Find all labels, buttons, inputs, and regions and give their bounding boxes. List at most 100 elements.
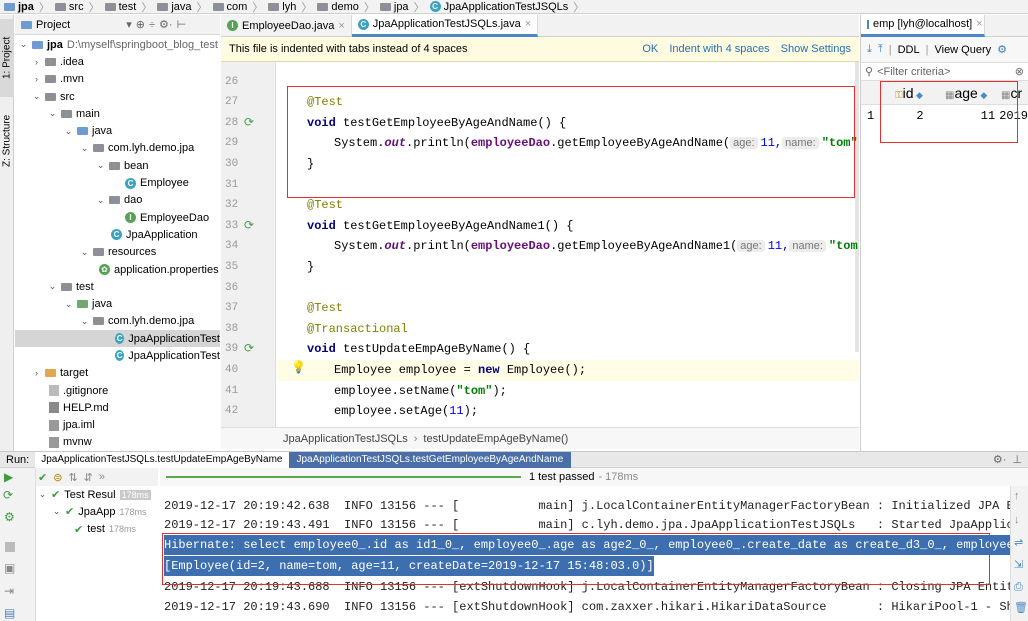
close-icon[interactable]: × xyxy=(525,18,531,30)
view-query-button[interactable]: View Query xyxy=(934,44,991,56)
breadcrumb-item[interactable]: demo xyxy=(317,1,359,13)
cell-create-date[interactable]: 2019 xyxy=(995,109,1028,123)
locate-icon[interactable]: ⊕ xyxy=(136,18,145,31)
crumb-class[interactable]: JpaApplicationTestJSQLs xyxy=(283,433,408,445)
tree-node[interactable]: ✿ application.properties xyxy=(15,261,220,278)
tree-node[interactable]: jpa.iml xyxy=(15,417,220,434)
cell-age[interactable]: 11 xyxy=(924,109,995,123)
dropdown-arrow-icon[interactable]: ▾ xyxy=(126,18,132,31)
console-output[interactable]: 2019-12-17 20:19:42.638 INFO 13156 --- [… xyxy=(160,486,1010,621)
stop-icon[interactable] xyxy=(5,542,15,552)
breadcrumb-item[interactable]: src xyxy=(54,1,84,13)
tree-node[interactable]: ⌄ java xyxy=(15,122,220,139)
tree-node[interactable]: I EmployeeDao xyxy=(15,209,220,226)
soft-wrap-icon[interactable]: ⇌ xyxy=(1014,536,1023,549)
tab-emp-table[interactable]: emp [lyh@localhost] × xyxy=(861,14,985,37)
breadcrumb-item[interactable]: com xyxy=(212,1,247,13)
tree-node[interactable]: › .idea xyxy=(15,53,220,70)
tree-node[interactable]: C JpaApplication xyxy=(15,226,220,243)
tree-node[interactable]: ⌄ test xyxy=(15,278,220,295)
upload-icon[interactable]: ⤒ xyxy=(878,43,883,56)
download-icon[interactable]: ⤓ xyxy=(867,43,872,56)
tree-node[interactable]: › target xyxy=(15,365,220,382)
tree-node[interactable]: ⌄ jpa D:\myself\springboot_blog_test xyxy=(15,36,220,53)
tree-node[interactable]: C JpaApplicationTest xyxy=(15,347,220,364)
lightbulb-icon[interactable]: 💡 xyxy=(291,360,306,374)
breadcrumb-item[interactable]: C JpaApplicationTestJSQLs xyxy=(429,1,568,13)
column-header-create-date[interactable]: ▦cr xyxy=(1001,85,1022,101)
code-editor[interactable]: 💡 @Test void testGetEmployeeByAgeAndName… xyxy=(277,62,859,427)
indent-with-spaces-link[interactable]: Indent with 4 spaces xyxy=(669,43,769,55)
table-row[interactable]: 1 2 11 2019 xyxy=(861,105,1028,127)
tree-node[interactable]: ⌄ com.lyh.demo.jpa xyxy=(15,140,220,157)
layout-icon[interactable]: ▤ xyxy=(4,606,15,620)
column-header-age[interactable]: ▦age ◆ xyxy=(931,85,1001,101)
tree-node[interactable]: ⌄ java xyxy=(15,295,220,312)
tree-node[interactable]: mvnw xyxy=(15,434,220,451)
tree-node[interactable]: ⌄ dao xyxy=(15,192,220,209)
print-icon[interactable]: ⎙ xyxy=(1014,581,1023,594)
run-test-gutter-icon[interactable]: ⟳ xyxy=(244,218,258,232)
cell-id[interactable]: 2 xyxy=(879,109,923,123)
rerun-failed-icon[interactable]: ⟳ xyxy=(3,488,13,502)
clear-filter-icon[interactable]: ⊗ xyxy=(1015,65,1024,78)
breadcrumb-item[interactable]: jpa xyxy=(4,1,34,13)
tree-node[interactable]: C Employee xyxy=(15,174,220,191)
run-tab-update[interactable]: JpaApplicationTestJSQLs.testUpdateEmpAge… xyxy=(35,451,289,468)
tab-employee-dao[interactable]: I EmployeeDao.java × xyxy=(221,14,352,37)
tree-node[interactable]: HELP.md xyxy=(15,399,220,416)
settings-gear-icon[interactable]: ⚙· xyxy=(993,453,1013,466)
tree-node[interactable]: › .mvn xyxy=(15,71,220,88)
breadcrumb-item[interactable]: test xyxy=(104,1,136,13)
rerun-icon[interactable]: ▶ xyxy=(4,470,13,484)
breadcrumb-item[interactable]: jpa xyxy=(379,1,409,13)
tree-node[interactable]: ⌄ com.lyh.demo.jpa xyxy=(15,313,220,330)
crumb-method[interactable]: testUpdateEmpAgeByName() xyxy=(423,433,568,445)
notice-ok-link[interactable]: OK xyxy=(642,43,658,55)
code-line: @Test xyxy=(307,95,344,110)
ddl-button[interactable]: DDL xyxy=(898,44,920,56)
more-icon[interactable]: » xyxy=(99,471,105,483)
hide-panel-icon[interactable]: ⊥ xyxy=(1012,453,1028,466)
settings-gear-icon[interactable]: ⚙· xyxy=(159,18,173,31)
test-tree-node[interactable]: ✔ test 178ms xyxy=(36,521,158,538)
export-icon[interactable]: ⇥ xyxy=(4,584,14,598)
sort-alpha-icon[interactable]: ⇅ xyxy=(68,471,77,484)
breadcrumb-item[interactable]: lyh xyxy=(268,1,296,13)
breadcrumb-item[interactable]: java xyxy=(157,1,192,13)
column-header-id[interactable]: ⚿id ◆ xyxy=(881,85,931,101)
clear-all-icon[interactable]: 🗑 xyxy=(1014,601,1028,614)
show-ignored-icon[interactable]: ⊜ xyxy=(53,471,62,484)
hide-panel-icon[interactable]: ⊢ xyxy=(177,18,187,31)
scroll-down-icon[interactable]: ↓ xyxy=(1014,514,1020,526)
filter-criteria-input[interactable]: <Filter criteria> xyxy=(877,66,950,78)
tree-node[interactable]: ⌄ src xyxy=(15,88,220,105)
close-icon[interactable]: × xyxy=(338,20,344,32)
tree-node[interactable]: ⌄ resources xyxy=(15,244,220,261)
test-tree-node[interactable]: ⌄ ✔ JpaApp 178ms xyxy=(36,503,158,520)
tree-node[interactable]: ⌄ main xyxy=(15,105,220,122)
test-tree-node[interactable]: ⌄ ✔ Test Resul 178ms xyxy=(36,486,158,503)
sort-duration-icon[interactable]: ⇵ xyxy=(84,471,93,484)
tree-node[interactable]: .gitignore xyxy=(15,382,220,399)
scroll-to-end-icon[interactable]: ⇲ xyxy=(1014,558,1023,571)
tab-jpa-application-test-jsqls[interactable]: C JpaApplicationTestJSQLs.java × xyxy=(351,14,539,37)
show-passed-icon[interactable]: ✔ xyxy=(38,471,47,484)
show-settings-link[interactable]: Show Settings xyxy=(781,43,851,55)
tree-node[interactable]: ⌄ bean xyxy=(15,157,220,174)
toggle-autotest-icon[interactable]: ⚙ xyxy=(4,510,15,524)
run-test-gutter-icon[interactable]: ⟳ xyxy=(244,115,258,129)
run-tab-get-employee[interactable]: JpaApplicationTestJSQLs.testGetEmployeeB… xyxy=(288,451,572,468)
camera-icon[interactable]: ▣ xyxy=(4,561,15,575)
scroll-up-icon[interactable]: ↑ xyxy=(1014,490,1020,502)
run-test-gutter-icon[interactable]: ⟳ xyxy=(244,341,258,355)
settings-gear-icon[interactable]: ⚙ xyxy=(997,43,1007,56)
close-icon[interactable]: × xyxy=(976,18,982,30)
project-tool-tab[interactable]: 1: Project xyxy=(0,19,14,97)
module-folder-icon xyxy=(32,40,43,49)
project-panel-title[interactable]: Project xyxy=(36,19,70,31)
collapse-icon[interactable]: ÷ xyxy=(149,19,155,31)
tree-node-selected[interactable]: C JpaApplicationTest xyxy=(15,330,220,348)
editor-scrollbar[interactable] xyxy=(855,62,859,352)
structure-tool-tab[interactable]: Z: Structure xyxy=(0,101,14,181)
